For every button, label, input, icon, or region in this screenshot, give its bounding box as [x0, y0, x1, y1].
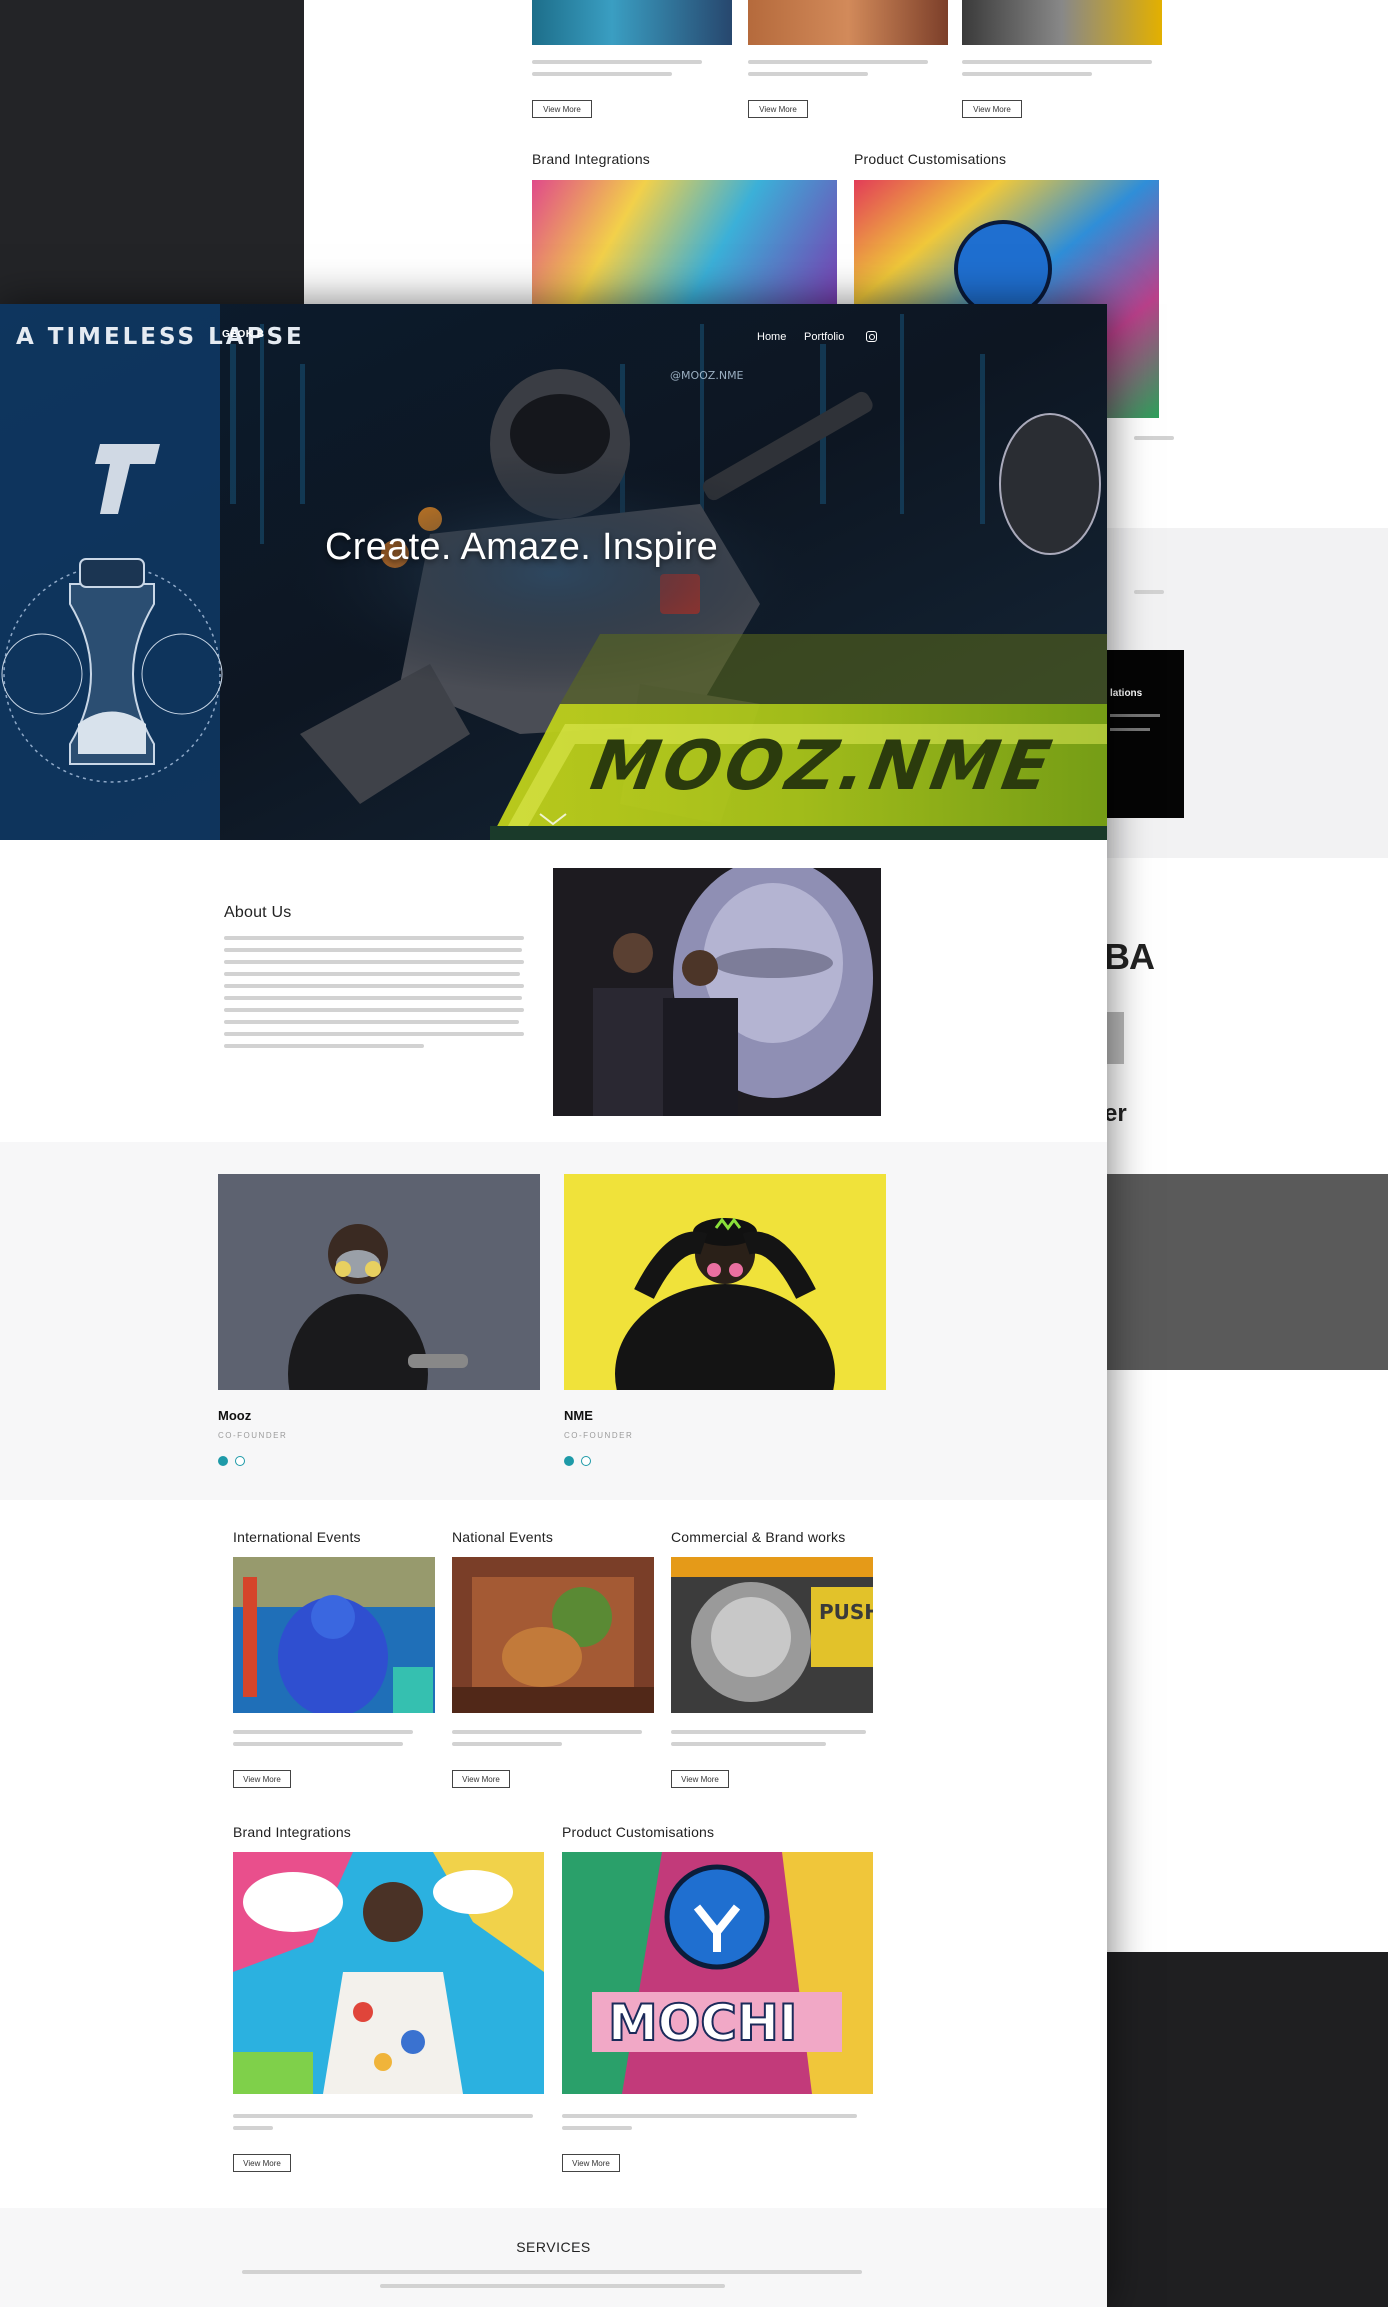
brand-integrations-image	[233, 1852, 544, 2094]
bg-text-line	[532, 72, 672, 76]
bg-view-more-button[interactable]: View More	[962, 100, 1022, 118]
bg-partial-logo-image	[1104, 1012, 1124, 1064]
svg-text:PUSH YOUR: PUSH YOUR	[819, 1600, 873, 1624]
bg-view-more-button[interactable]: View More	[748, 100, 808, 118]
bg-thumb-commercial	[962, 0, 1162, 45]
artists-section	[0, 1142, 1107, 1500]
category-title-international: International Events	[233, 1529, 361, 1545]
product-customisations-image: MOCHI	[562, 1852, 873, 2094]
artist-photo-mooz	[218, 1174, 540, 1390]
bg-thumb-national	[748, 0, 948, 45]
brand-logo[interactable]: GEOK B	[222, 329, 264, 340]
bg-text-line	[1134, 590, 1164, 594]
category-title-product-customisations: Product Customisations	[562, 1824, 715, 1840]
services-title: SERVICES	[516, 2239, 591, 2255]
category-title-commercial: Commercial & Brand works	[671, 1529, 846, 1545]
view-more-button-product-customisations[interactable]: View More	[562, 2154, 620, 2172]
artist-role-mooz: CO-FOUNDER	[218, 1431, 288, 1440]
about-photo	[553, 868, 881, 1116]
artist-photo-nme	[564, 1174, 886, 1390]
hero-mural-image: MOOZ.NME A TIMELESS LAPSE @MOOZ.NME	[0, 304, 1107, 840]
bg-text-line	[748, 60, 928, 64]
bg-product-customisations-title: Product Customisations	[854, 151, 1007, 167]
instagram-icon[interactable]	[866, 331, 877, 342]
bg-dark-card-title: lations	[1110, 688, 1143, 699]
services-desc	[380, 2284, 725, 2288]
category-title-brand-integrations: Brand Integrations	[233, 1824, 352, 1840]
svg-text:MOCHI: MOCHI	[608, 1994, 797, 2052]
hero-headline: Create. Amaze. Inspire	[325, 526, 719, 568]
hero-mural-text-right: MOOZ.NME	[577, 726, 1067, 805]
bg-partial-word: er	[1104, 1100, 1127, 1127]
bg-brand-integrations-image	[532, 180, 837, 310]
main-page-preview: MOOZ.NME A TIMELESS LAPSE @MOOZ.NME GEOK…	[0, 304, 1107, 2307]
bg-thumb-international	[532, 0, 732, 45]
bg-text-line	[962, 72, 1092, 76]
artist-role-nme: CO-FOUNDER	[564, 1431, 634, 1440]
national-events-image	[452, 1557, 654, 1713]
services-desc	[242, 2270, 862, 2274]
bg-brand-integrations-title: Brand Integrations	[532, 151, 651, 167]
bg-view-more-button[interactable]: View More	[532, 100, 592, 118]
bg-text-line	[532, 60, 702, 64]
nav-home-link[interactable]: Home	[757, 331, 786, 343]
view-more-button-brand-integrations[interactable]: View More	[233, 2154, 291, 2172]
services-section	[0, 2208, 1107, 2307]
artist-name-mooz: Mooz	[218, 1408, 252, 1423]
view-more-button-commercial[interactable]: View More	[671, 1770, 729, 1788]
facebook-icon[interactable]	[564, 1456, 574, 1466]
view-more-button-international[interactable]: View More	[233, 1770, 291, 1788]
bg-text-line	[1134, 436, 1174, 440]
hero-mural-tag: @MOOZ.NME	[670, 369, 744, 382]
commercial-brand-works-image: PUSH YOUR	[671, 1557, 873, 1713]
bg-partial-logo: BA	[1104, 936, 1155, 977]
nav-portfolio-link[interactable]: Portfolio	[804, 331, 844, 343]
instagram-icon[interactable]	[581, 1456, 591, 1466]
bg-text-line	[962, 60, 1152, 64]
about-body-text	[224, 936, 524, 1048]
category-title-national: National Events	[452, 1529, 554, 1545]
about-title: About Us	[224, 904, 292, 921]
bg-text-line	[748, 72, 868, 76]
facebook-icon[interactable]	[218, 1456, 228, 1466]
bg-dark-card: lations	[1104, 650, 1184, 818]
artist-name-nme: NME	[564, 1408, 593, 1423]
view-more-button-national[interactable]: View More	[452, 1770, 510, 1788]
instagram-icon[interactable]	[235, 1456, 245, 1466]
hero-section: MOOZ.NME A TIMELESS LAPSE @MOOZ.NME GEOK…	[0, 304, 1107, 840]
international-events-image	[233, 1557, 435, 1713]
